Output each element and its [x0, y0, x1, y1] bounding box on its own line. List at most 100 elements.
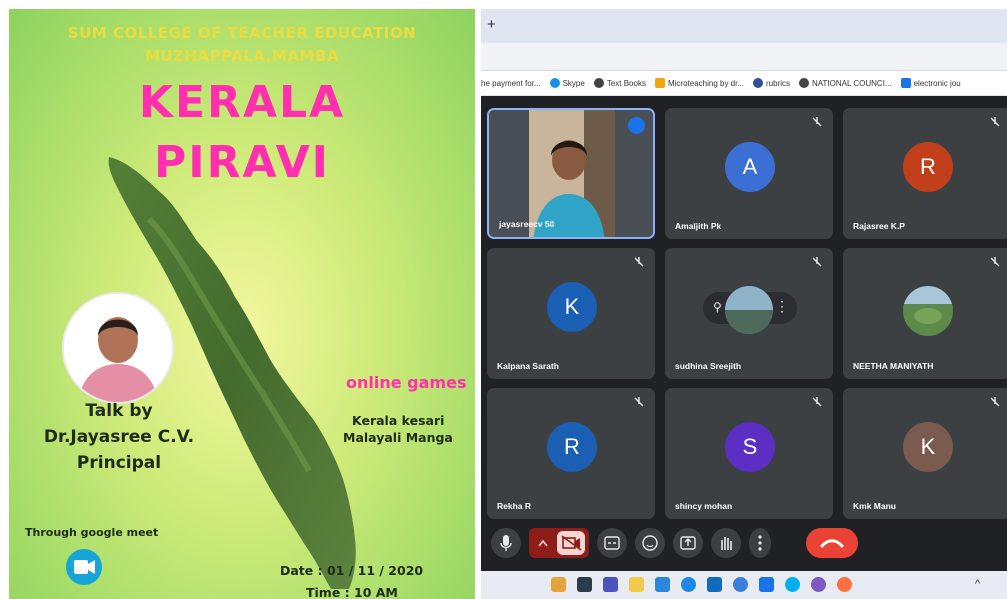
mic-off-icon: [990, 257, 1000, 267]
globe-icon: [593, 78, 604, 88]
participant-tile[interactable]: R Rajasree K.P: [843, 108, 1007, 239]
bookmark-label: he payment for...: [481, 78, 541, 88]
bookmark-label: Skype: [562, 78, 585, 88]
edge-icon[interactable]: [681, 577, 696, 592]
mic-off-icon: [812, 257, 822, 267]
globe-icon: [799, 78, 810, 88]
end-call-button[interactable]: [806, 528, 858, 558]
pin-icon[interactable]: ⚲: [713, 300, 722, 314]
end-call-icon: [820, 539, 844, 548]
help-icon[interactable]: [733, 577, 748, 592]
participant-tile[interactable]: jayasreecv 50: [487, 108, 655, 239]
mic-off-icon: [634, 257, 644, 267]
folder-icon[interactable]: [629, 577, 644, 592]
bookmark-label: NATIONAL COUNCI...: [812, 78, 892, 88]
participant-tile[interactable]: NEETHA MANIYATH: [843, 248, 1007, 379]
camera-toggle[interactable]: [529, 528, 589, 558]
avatar: A: [725, 142, 775, 192]
event-date: Date : 01 / 11 / 2020: [280, 563, 424, 578]
avatar: S: [725, 422, 775, 472]
bookmark-item[interactable]: he payment for...: [481, 79, 541, 88]
microteaching-icon: [654, 78, 665, 88]
app-icon[interactable]: [759, 577, 774, 592]
online-games-heading: online games: [346, 373, 467, 392]
title-line-1: KERALA: [138, 77, 346, 128]
mic-off-icon: [990, 397, 1000, 407]
bookmark-item[interactable]: NATIONAL COUNCI...: [799, 78, 892, 88]
new-tab-button[interactable]: +: [487, 16, 496, 33]
skype-icon: [549, 78, 560, 88]
event-poster: SUM COLLEGE OF TEACHER EDUCATION MUZHAPP…: [9, 9, 475, 599]
emoji-icon[interactable]: [635, 528, 665, 558]
browser-window: + he payment for... Skype Text Books Mic…: [481, 9, 1007, 599]
chevron-up-icon[interactable]: ^: [975, 578, 980, 590]
event-time: Time : 10 AM: [306, 585, 398, 599]
google-meet-icon: [66, 549, 102, 585]
participant-name: Kmk Manu: [853, 501, 896, 511]
chevron-up-icon: [538, 539, 548, 547]
skype-icon[interactable]: [785, 577, 800, 592]
os-taskbar: ^: [481, 571, 1007, 599]
title-line-2: PIRAVI: [154, 137, 330, 188]
present-icon[interactable]: [673, 528, 703, 558]
address-bar-row[interactable]: [481, 43, 1007, 71]
tab-bar: +: [481, 9, 1007, 43]
speaker-title: Principal: [76, 453, 162, 473]
participant-tile[interactable]: S shincy mohan: [665, 388, 833, 519]
participant-photo: [903, 286, 953, 336]
participant-tile[interactable]: K Kmk Manu: [843, 388, 1007, 519]
bookmarks-bar: he payment for... Skype Text Books Micro…: [481, 71, 1007, 96]
app-icon[interactable]: [655, 577, 670, 592]
captions-icon[interactable]: [597, 528, 627, 558]
participant-tile[interactable]: R Rekha R: [487, 388, 655, 519]
avatar: R: [547, 422, 597, 472]
more-options-icon[interactable]: ⋮: [775, 298, 789, 315]
participant-tile[interactable]: ⚲ ⋮ sudhina Sreejith: [665, 248, 833, 379]
chrome-icon[interactable]: [837, 577, 852, 592]
bookmark-item[interactable]: Text Books: [593, 78, 646, 88]
mic-icon[interactable]: [491, 528, 521, 558]
bookmark-item[interactable]: rubrics: [753, 78, 790, 88]
call-controls: [481, 528, 1007, 562]
bookmark-label: Microteaching by dr...: [667, 78, 745, 88]
bookmark-item[interactable]: Microteaching by dr...: [654, 78, 745, 88]
participant-name: Kalpana Sarath: [497, 361, 559, 371]
participant-name: jayasreecv 50: [499, 219, 555, 229]
bookmark-item[interactable]: Skype: [549, 78, 585, 88]
speaker-name: Dr.Jayasree C.V.: [43, 427, 195, 447]
mic-off-icon: [812, 397, 822, 407]
speaker-photo: [64, 294, 172, 402]
college-name: SUM COLLEGE OF TEACHER EDUCATION: [67, 24, 417, 42]
bookmark-label: Text Books: [606, 78, 646, 88]
app-icon[interactable]: [551, 577, 566, 592]
rubrics-icon: [753, 78, 764, 88]
app-icon[interactable]: [811, 577, 826, 592]
participant-name: NEETHA MANIYATH: [853, 361, 934, 371]
mic-off-icon: [812, 117, 822, 127]
bookmark-label: electronic jou: [913, 78, 961, 88]
app-icon[interactable]: [577, 577, 592, 592]
bookmark-label: rubrics: [766, 78, 791, 88]
game-malayali-manga: Malayali Manga: [343, 430, 453, 445]
doc-icon: [900, 78, 911, 88]
participant-tile[interactable]: K Kalpana Sarath: [487, 248, 655, 379]
store-icon[interactable]: [707, 577, 722, 592]
more-icon[interactable]: [749, 528, 771, 558]
meet-call-area: jayasreecv 50 A Amaljith Pk R Rajasree K…: [481, 96, 1007, 599]
teams-icon[interactable]: [603, 577, 618, 592]
participant-name: Rajasree K.P: [853, 221, 905, 231]
platform-label: Through google meet: [25, 526, 159, 539]
game-kerala-kesari: Kerala kesari: [352, 413, 445, 428]
raise-hand-icon[interactable]: [711, 528, 741, 558]
mic-off-icon: [990, 117, 1000, 127]
participant-name: sudhina Sreejith: [675, 361, 742, 371]
participant-name: Rekha R: [497, 501, 532, 511]
participant-photo: [725, 286, 773, 334]
avatar: K: [547, 282, 597, 332]
participant-tile[interactable]: A Amaljith Pk: [665, 108, 833, 239]
mic-off-icon: [634, 397, 644, 407]
talk-by-label: Talk by: [85, 401, 153, 421]
bookmark-item[interactable]: electronic jou: [900, 78, 961, 88]
college-place: MUZHAPPALA,MAMBA: [144, 47, 339, 65]
avatar: R: [903, 142, 953, 192]
